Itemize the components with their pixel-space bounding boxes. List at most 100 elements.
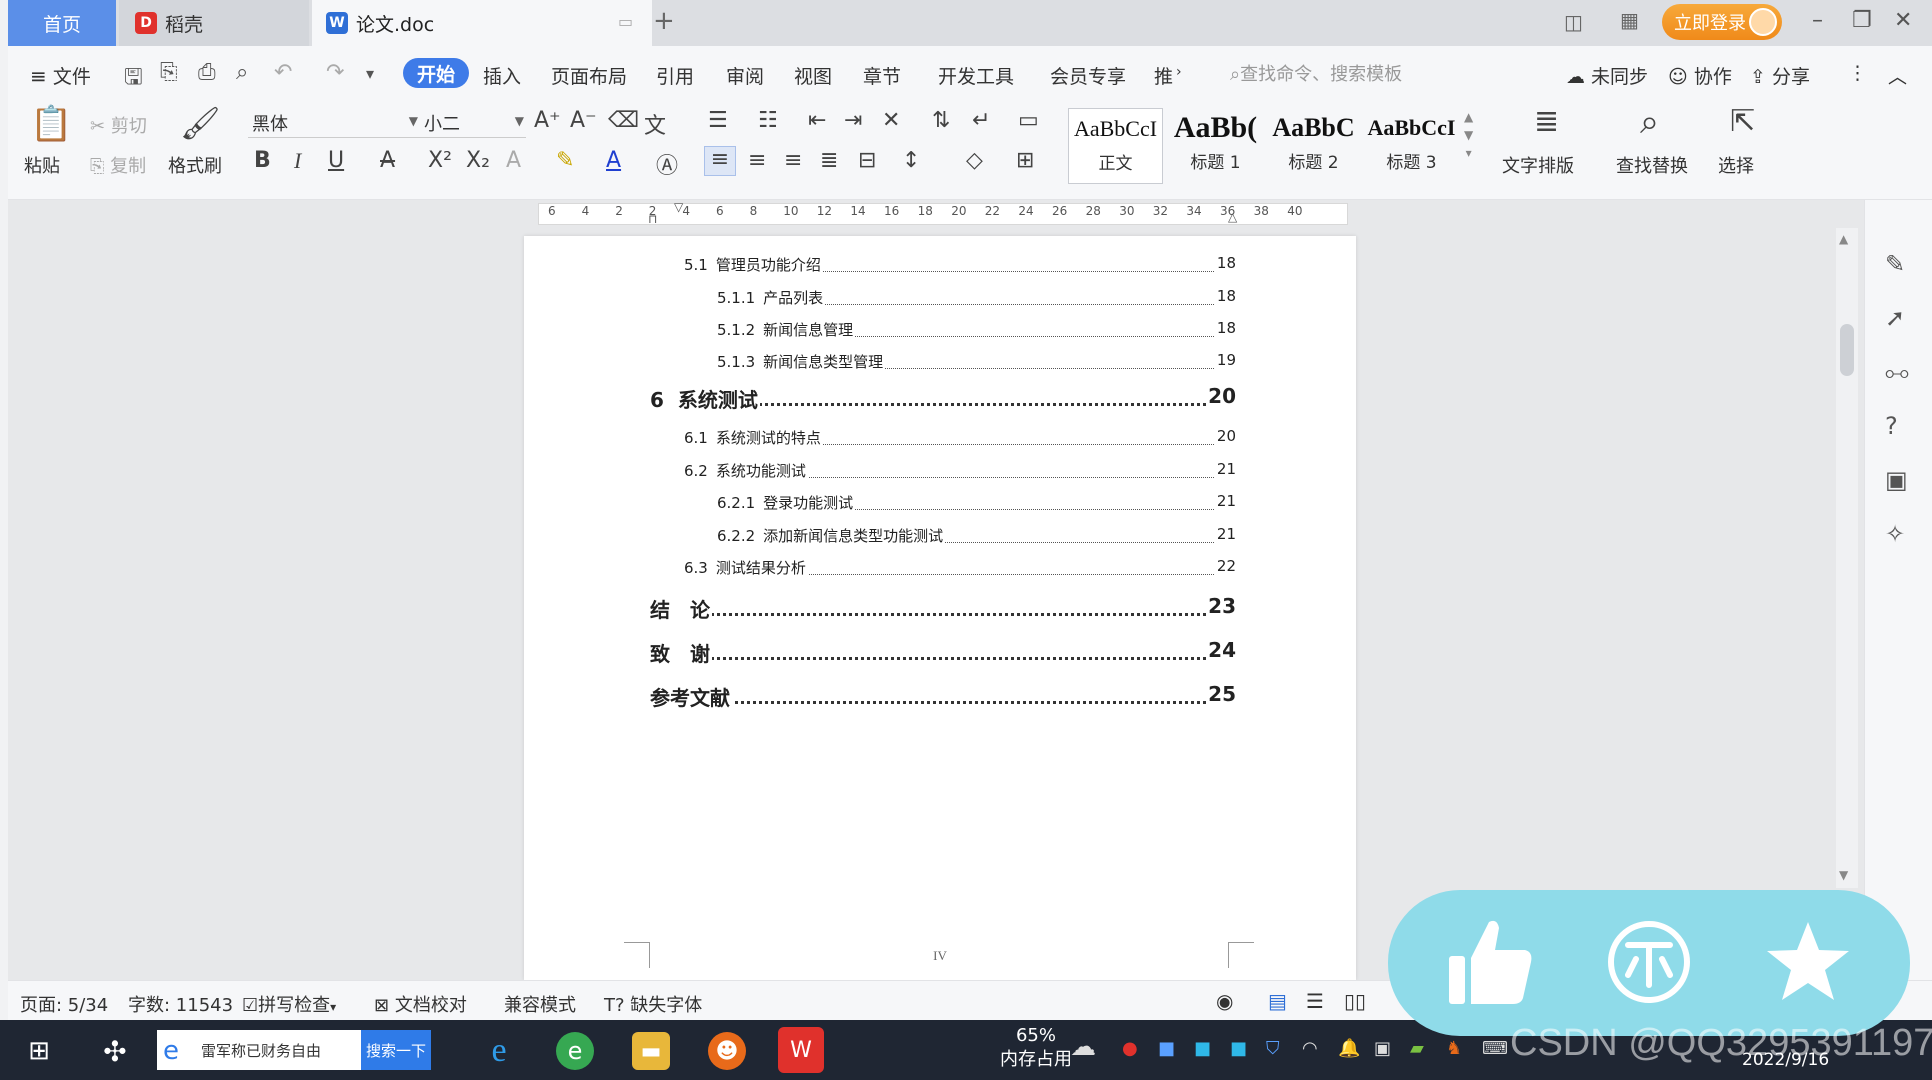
- tab-ruler-icon[interactable]: ▭: [1018, 108, 1039, 133]
- align-center-icon[interactable]: ≡: [748, 148, 766, 173]
- read-view-icon[interactable]: ▯▯: [1344, 989, 1366, 1013]
- outline-view-icon[interactable]: ☰: [1306, 989, 1324, 1013]
- justify-icon[interactable]: ≣: [820, 148, 838, 173]
- new-tab-icon[interactable]: +: [653, 6, 675, 36]
- text-layout-icon[interactable]: ≣: [1534, 104, 1559, 139]
- document-page[interactable]: 5.1 管理员功能介绍 18 5.1.1 产品列表 18 5.1.2 新闻信息管理 18 5.1.…: [524, 236, 1356, 980]
- find-replace-button[interactable]: 查找替换: [1616, 152, 1688, 178]
- toc-entry[interactable]: 参考文献 25: [650, 682, 1236, 710]
- tab-daoke[interactable]: D 稻壳: [119, 0, 309, 46]
- tray-app-blue-icon[interactable]: ■: [1158, 1038, 1175, 1059]
- horizontal-ruler[interactable]: 6 4 2 2 4 6 8 10 12 14 16 18 20 22 24 26 28 30 32 34 36 38 40 …: [8, 200, 1848, 228]
- print-icon[interactable]: ⎙: [198, 60, 216, 85]
- menu-more-chevron-icon[interactable]: ›: [1176, 64, 1182, 80]
- windows-start-icon[interactable]: ⊞: [20, 1032, 58, 1070]
- right-indent-marker-icon[interactable]: △: [1228, 210, 1237, 224]
- tab-document[interactable]: W 论文.doc ▭: [312, 0, 652, 46]
- italic-icon[interactable]: I: [294, 148, 301, 174]
- sort-icon[interactable]: ⇅: [932, 108, 950, 133]
- save-icon[interactable]: 🖫: [124, 60, 143, 98]
- redo-icon[interactable]: ↷: [326, 60, 344, 85]
- image-tools-icon[interactable]: ▣: [1885, 466, 1908, 494]
- find-replace-icon[interactable]: ⌕: [1640, 102, 1659, 142]
- export-icon[interactable]: ⎘: [160, 60, 178, 85]
- scroll-down-icon[interactable]: ▼: [1839, 868, 1848, 882]
- numbered-list-icon[interactable]: ☷: [758, 108, 778, 133]
- menu-member[interactable]: 会员专享: [1050, 62, 1126, 89]
- thumbs-up-icon[interactable]: [1440, 912, 1540, 1012]
- text-effect-icon[interactable]: A: [506, 148, 521, 173]
- scroll-up-icon[interactable]: ▲: [1839, 232, 1848, 246]
- menu-review[interactable]: 审阅: [726, 62, 764, 89]
- toc-entry[interactable]: 5.1.3 新闻信息类型管理 19: [717, 351, 1236, 373]
- increase-indent-icon[interactable]: ⇥: [844, 108, 862, 133]
- notification-bell-icon[interactable]: 🔔: [1338, 1038, 1360, 1059]
- internet-explorer-icon[interactable]: e: [480, 1032, 518, 1070]
- memory-usage[interactable]: 65% 内存占用: [1000, 1024, 1072, 1072]
- align-right-icon[interactable]: ≡: [784, 148, 802, 173]
- vertical-scrollbar[interactable]: ▲ ▼: [1836, 228, 1858, 888]
- tip-coin-icon[interactable]: [1599, 912, 1699, 1012]
- share-button[interactable]: ⇪ 分享: [1750, 62, 1810, 89]
- file-explorer-icon[interactable]: ▬: [632, 1032, 670, 1070]
- help-icon[interactable]: ?: [1885, 412, 1898, 440]
- page-view-icon[interactable]: ▤: [1268, 989, 1287, 1013]
- distribute-icon[interactable]: ⊟: [858, 148, 876, 173]
- undo-icon[interactable]: ↶: [274, 60, 292, 85]
- tray-qq-icon[interactable]: ♞: [1446, 1038, 1462, 1059]
- toc-entry[interactable]: 5.1.2 新闻信息管理 18: [717, 319, 1236, 341]
- style-heading-2[interactable]: AaBbC 标题 2: [1266, 108, 1361, 184]
- shield-icon[interactable]: ⛉: [1266, 1038, 1280, 1059]
- tray-app-cyan2-icon[interactable]: ■: [1230, 1038, 1247, 1059]
- weather-cloud-icon[interactable]: ☁: [1070, 1032, 1096, 1062]
- print-preview-icon[interactable]: ⌕: [236, 60, 248, 85]
- toc-entry[interactable]: 6.2.1 登录功能测试 21: [717, 492, 1236, 514]
- select-cursor-icon[interactable]: ⇱: [1730, 104, 1755, 139]
- wps-office-icon[interactable]: W: [778, 1027, 824, 1073]
- format-painter-button[interactable]: 格式刷: [168, 152, 222, 178]
- style-normal[interactable]: AaBbCcI 正文: [1068, 108, 1163, 184]
- paste-button[interactable]: 粘贴: [24, 152, 60, 178]
- favorite-star-icon[interactable]: [1758, 912, 1858, 1012]
- browser-green-icon[interactable]: e: [556, 1032, 594, 1070]
- paste-icon[interactable]: 📋: [30, 104, 72, 144]
- bullet-list-icon[interactable]: ☰: [708, 108, 728, 133]
- style-heading-1[interactable]: AaBb( 标题 1: [1168, 108, 1263, 184]
- toc-entry[interactable]: 致 谢 24: [650, 638, 1236, 666]
- restore-icon[interactable]: ❐: [1852, 8, 1872, 33]
- menu-developer[interactable]: 开发工具: [938, 62, 1014, 89]
- chinese-layout-icon[interactable]: ✕: [882, 108, 900, 133]
- highlight-icon[interactable]: ✎: [556, 148, 574, 173]
- close-icon[interactable]: ✕: [1894, 8, 1912, 33]
- decrease-font-icon[interactable]: A⁻: [570, 108, 597, 133]
- tray-app-cyan-icon[interactable]: ■: [1194, 1038, 1211, 1059]
- superscript-icon[interactable]: X²: [428, 148, 452, 173]
- compass-icon[interactable]: ✧: [1885, 520, 1905, 548]
- command-search[interactable]: ⌕查找命令、搜索模板: [1230, 60, 1402, 86]
- font-size-select[interactable]: 小二 ▼: [420, 110, 526, 138]
- toc-entry[interactable]: 6.3 测试结果分析 22: [684, 557, 1236, 579]
- tray-clipboard-icon[interactable]: ▣: [1374, 1038, 1391, 1059]
- app-orange-icon[interactable]: ☻: [708, 1032, 746, 1070]
- font-color-icon[interactable]: A: [606, 148, 621, 173]
- indent-marker-icon[interactable]: ▽: [674, 200, 683, 214]
- eye-protection-icon[interactable]: ◉: [1216, 989, 1233, 1013]
- wifi-icon[interactable]: ◠: [1302, 1038, 1318, 1059]
- scroll-thumb[interactable]: [1840, 324, 1854, 376]
- left-indent-marker-icon[interactable]: ⊓: [648, 212, 657, 226]
- style-heading-3[interactable]: AaBbCcI 标题 3: [1364, 108, 1459, 184]
- edit-pen-icon[interactable]: ✎: [1885, 250, 1905, 278]
- proofread-button[interactable]: ⊠ 文档校对: [374, 991, 467, 1017]
- menu-recommend[interactable]: 推: [1154, 62, 1173, 89]
- toc-entry[interactable]: 结 论 23: [650, 594, 1236, 622]
- missing-font-button[interactable]: T? 缺失字体: [604, 991, 702, 1017]
- pointer-icon[interactable]: ➚: [1885, 304, 1905, 332]
- bold-icon[interactable]: B: [254, 148, 271, 173]
- screen-icon[interactable]: ▭: [618, 12, 633, 31]
- more-menu-icon[interactable]: ⋮: [1848, 62, 1867, 84]
- app-swirl-icon[interactable]: ✣: [96, 1032, 134, 1070]
- taskbar-search-button[interactable]: 搜索一下: [361, 1030, 431, 1070]
- toc-entry[interactable]: 5.1 管理员功能介绍 18: [684, 254, 1236, 276]
- clear-format-icon[interactable]: ⌫: [608, 108, 639, 133]
- font-family-select[interactable]: 黑体 ▼: [248, 110, 420, 138]
